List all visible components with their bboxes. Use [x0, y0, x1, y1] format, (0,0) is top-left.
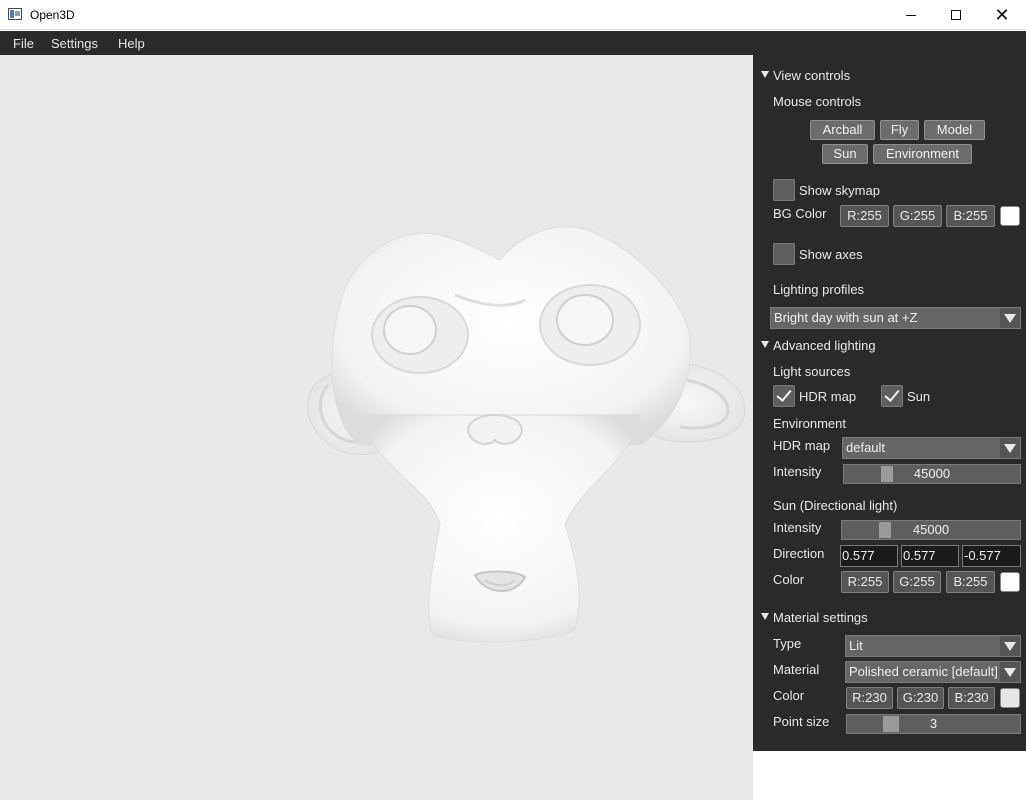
chevron-down-icon — [1000, 636, 1020, 656]
direction-z-field[interactable]: -0.577 — [962, 545, 1021, 567]
light-sources-label: Light sources — [773, 364, 851, 379]
close-icon: ✕ — [994, 5, 1010, 25]
minimize-button[interactable] — [888, 0, 934, 30]
lighting-profile-value: Bright day with sun at +Z — [774, 310, 918, 325]
app-icon — [8, 8, 22, 20]
lighting-profile-dropdown[interactable]: Bright day with sun at +Z — [770, 307, 1021, 329]
bg-color-g[interactable]: G:255 — [893, 205, 942, 227]
view-controls-header[interactable]: View controls — [773, 68, 850, 83]
window-titlebar: Open3D ✕ — [0, 0, 1026, 30]
material-dropdown[interactable]: Polished ceramic [default] — [845, 661, 1021, 683]
chevron-down-icon — [1000, 438, 1020, 458]
slider-thumb[interactable] — [883, 716, 899, 732]
point-size-label: Point size — [773, 714, 830, 729]
window-title: Open3D — [30, 8, 75, 22]
material-label: Material — [773, 662, 820, 677]
menu-bar: File Settings Help — [0, 31, 1026, 55]
menu-settings[interactable]: Settings — [51, 36, 98, 51]
collapse-triangle-icon[interactable] — [761, 341, 769, 348]
environment-label: Environment — [773, 416, 846, 431]
material-color-g[interactable]: G:230 — [897, 687, 944, 709]
sun-color-g[interactable]: G:255 — [893, 571, 941, 593]
hdr-map-check-label: HDR map — [799, 389, 857, 404]
sun-intensity-value: 45000 — [912, 522, 950, 537]
sun-intensity-label: Intensity — [773, 520, 822, 535]
material-color-b[interactable]: B:230 — [948, 687, 995, 709]
environment-button[interactable]: Environment — [873, 144, 972, 164]
sun-check-label: Sun — [907, 389, 931, 404]
bg-color-r[interactable]: R:255 — [840, 205, 889, 227]
direction-y-field[interactable]: 0.577 — [901, 545, 959, 567]
collapse-triangle-icon[interactable] — [761, 613, 769, 620]
sun-button[interactable]: Sun — [822, 144, 868, 164]
hdr-map-value: default — [846, 440, 886, 455]
material-settings-header[interactable]: Material settings — [773, 610, 868, 625]
mouse-controls-label: Mouse controls — [773, 94, 862, 109]
hdr-map-checkbox[interactable] — [773, 385, 795, 407]
settings-panel: View controls Mouse controls Arcball Fly… — [753, 55, 1026, 751]
material-color-label: Color — [773, 688, 805, 703]
env-intensity-label: Intensity — [773, 464, 822, 479]
advanced-lighting-header[interactable]: Advanced lighting — [773, 338, 876, 353]
show-axes-label: Show axes — [799, 247, 863, 262]
3d-viewport[interactable] — [0, 55, 753, 800]
env-intensity-slider[interactable]: 45000 — [843, 464, 1021, 484]
sun-checkbox[interactable] — [881, 385, 903, 407]
hdr-map-dropdown[interactable]: default — [842, 437, 1021, 459]
menu-file[interactable]: File — [13, 36, 34, 51]
minimize-icon — [906, 14, 916, 16]
point-size-slider[interactable]: 3 — [846, 714, 1021, 734]
maximize-icon — [951, 10, 961, 20]
bg-color-b[interactable]: B:255 — [946, 205, 995, 227]
sun-color-label: Color — [773, 572, 805, 587]
slider-thumb[interactable] — [881, 466, 893, 482]
material-value: Polished ceramic [default] — [849, 664, 998, 679]
sun-color-swatch[interactable] — [1000, 572, 1020, 592]
close-button[interactable]: ✕ — [979, 0, 1025, 30]
bg-color-swatch[interactable] — [1000, 206, 1020, 226]
maximize-button[interactable] — [933, 0, 979, 30]
sun-intensity-slider[interactable]: 45000 — [841, 520, 1021, 540]
slider-thumb[interactable] — [879, 522, 891, 538]
show-skymap-label: Show skymap — [799, 183, 880, 198]
sun-color-r[interactable]: R:255 — [841, 571, 889, 593]
type-dropdown[interactable]: Lit — [845, 635, 1021, 657]
bg-color-label: BG Color — [773, 206, 827, 221]
sun-section-label: Sun (Directional light) — [773, 498, 898, 513]
type-label: Type — [773, 636, 802, 651]
type-value: Lit — [849, 638, 863, 653]
direction-x-field[interactable]: 0.577 — [840, 545, 898, 567]
show-skymap-checkbox[interactable] — [773, 179, 795, 201]
monkey-mesh-render — [307, 226, 746, 643]
chevron-down-icon — [1000, 308, 1020, 328]
arcball-button[interactable]: Arcball — [810, 120, 875, 140]
material-color-r[interactable]: R:230 — [846, 687, 893, 709]
model-button[interactable]: Model — [924, 120, 985, 140]
lighting-profiles-label: Lighting profiles — [773, 282, 865, 297]
direction-label: Direction — [773, 546, 825, 561]
show-axes-checkbox[interactable] — [773, 243, 795, 265]
hdr-map-label: HDR map — [773, 438, 831, 453]
env-intensity-value: 45000 — [913, 466, 951, 481]
sun-color-b[interactable]: B:255 — [946, 571, 995, 593]
menu-help[interactable]: Help — [118, 36, 145, 51]
collapse-triangle-icon[interactable] — [761, 71, 769, 78]
chevron-down-icon — [1000, 662, 1020, 682]
material-color-swatch[interactable] — [1000, 688, 1020, 708]
fly-button[interactable]: Fly — [880, 120, 919, 140]
point-size-value: 3 — [929, 716, 938, 731]
